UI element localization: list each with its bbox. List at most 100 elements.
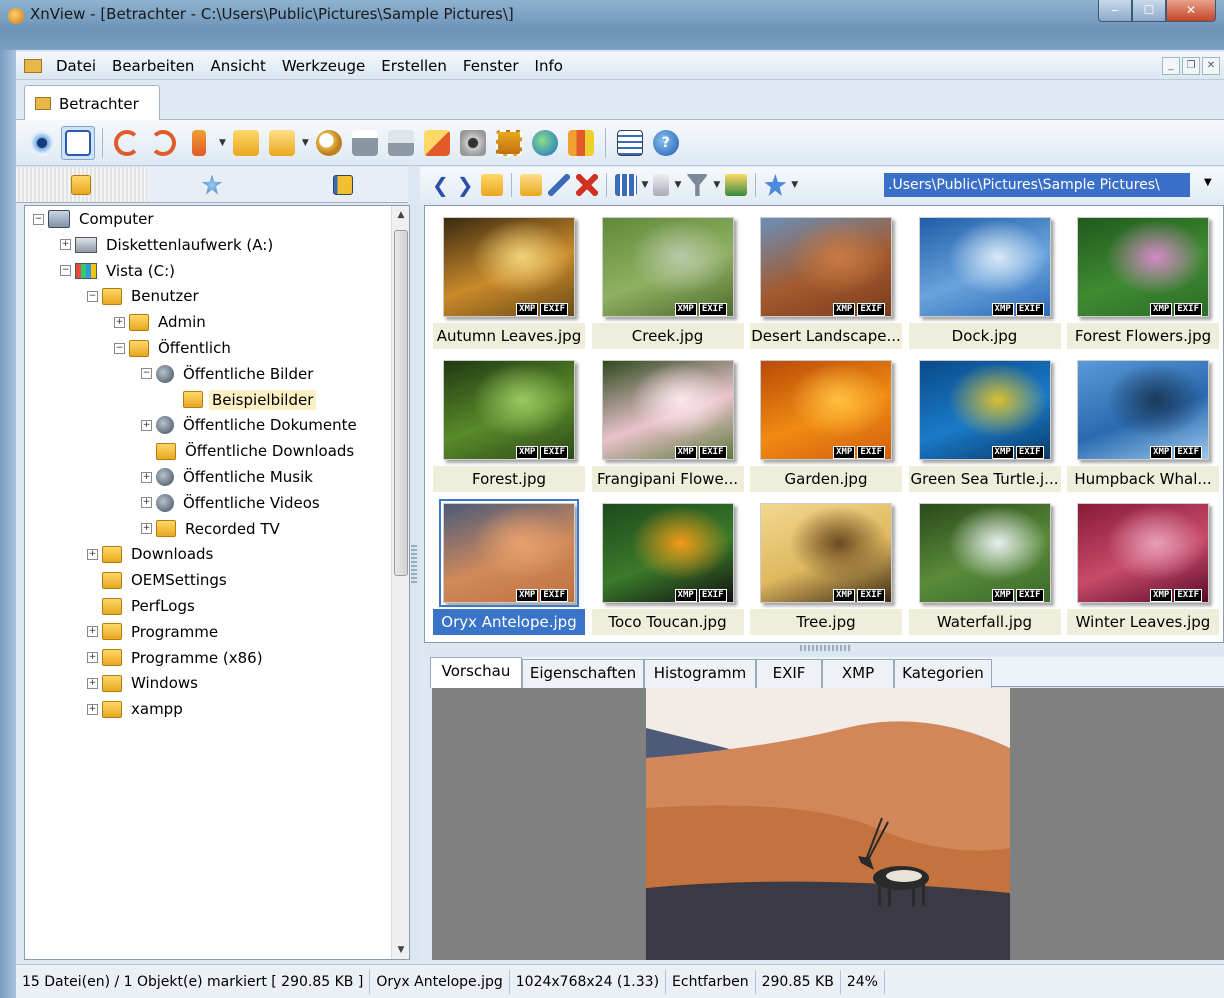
folder-tree[interactable]: − Computer + Diskettenlaufwerk (A:) − Vista (… xyxy=(24,205,410,960)
document-menu-icon[interactable] xyxy=(24,58,42,73)
expand-icon[interactable]: + xyxy=(114,316,125,328)
help-button[interactable]: ? xyxy=(649,126,683,160)
menu-fenster[interactable]: Fenster xyxy=(455,57,527,75)
dropdown-caret[interactable]: ▼ xyxy=(674,180,681,190)
new-folder-icon[interactable] xyxy=(519,174,542,196)
thumbnail-item[interactable]: XMP EXIF Toco Toucan.jpg xyxy=(591,497,744,637)
thumbnail-item[interactable]: XMP EXIF Humpback Whal... xyxy=(1067,354,1219,494)
tree-item[interactable]: − Benutzer xyxy=(87,283,202,309)
thumbnail-item[interactable]: XMP EXIF Creek.jpg xyxy=(591,211,744,351)
expand-icon[interactable]: + xyxy=(87,703,98,715)
rotate-right-button[interactable] xyxy=(146,126,180,160)
dropdown-caret[interactable]: ▼ xyxy=(642,180,649,190)
web-button[interactable] xyxy=(528,126,562,160)
horizontal-splitter[interactable] xyxy=(424,643,1224,655)
tab-betrachter[interactable]: Betrachter xyxy=(24,85,160,121)
tree-item[interactable]: + Diskettenlaufwerk (A:) xyxy=(60,232,276,258)
fullscreen-button[interactable] xyxy=(61,125,95,160)
collapse-icon[interactable]: − xyxy=(87,290,98,302)
expand-icon[interactable]: + xyxy=(87,626,98,638)
expand-icon[interactable]: + xyxy=(87,548,98,560)
expand-icon[interactable]: + xyxy=(141,523,152,535)
thumbnail-item[interactable]: XMP EXIF Winter Leaves.jpg xyxy=(1067,497,1219,637)
menu-werkzeuge[interactable]: Werkzeuge xyxy=(274,57,373,75)
thumbnail-item[interactable]: XMP EXIF Forest Flowers.jpg xyxy=(1067,211,1219,351)
tree-item[interactable]: − Öffentliche Bilder xyxy=(141,361,316,387)
tree-item[interactable]: + Windows xyxy=(87,670,201,696)
tree-item[interactable]: Beispielbilder xyxy=(168,387,317,413)
menu-ansicht[interactable]: Ansicht xyxy=(202,57,273,75)
maximize-button[interactable]: ☐ xyxy=(1132,0,1166,22)
tree-item[interactable]: PerfLogs xyxy=(87,593,198,619)
dropdown-caret[interactable]: ▼ xyxy=(302,138,309,148)
menu-erstellen[interactable]: Erstellen xyxy=(373,57,455,75)
tree-item[interactable]: + Downloads xyxy=(87,541,216,567)
tree-item[interactable]: + Admin xyxy=(114,309,209,335)
tree-scrollbar[interactable]: ▲ ▼ xyxy=(391,206,409,959)
tree-item[interactable]: − Öffentlich xyxy=(114,335,234,361)
splitter-grip[interactable] xyxy=(800,645,850,651)
favorite-folder-icon[interactable] xyxy=(725,174,748,196)
vertical-splitter[interactable] xyxy=(410,205,420,960)
scan-button[interactable] xyxy=(384,126,418,160)
view-button[interactable] xyxy=(25,126,59,160)
open-folder-button[interactable] xyxy=(229,126,263,160)
tree-item[interactable]: OEMSettings xyxy=(87,567,230,593)
tab-xmp[interactable]: XMP xyxy=(822,659,894,688)
expand-icon[interactable]: + xyxy=(141,419,152,431)
back-icon[interactable]: ❮ xyxy=(432,173,449,197)
delete-icon[interactable] xyxy=(575,174,598,196)
expand-icon[interactable]: + xyxy=(87,677,98,689)
options-button[interactable] xyxy=(613,126,647,160)
print-button[interactable] xyxy=(348,126,382,160)
mdi-restore-button[interactable]: ❐ xyxy=(1182,57,1200,75)
collapse-icon[interactable]: − xyxy=(114,342,125,354)
menu-datei[interactable]: Datei xyxy=(48,57,104,75)
rename-icon[interactable] xyxy=(547,174,570,196)
dropdown-caret[interactable]: ▼ xyxy=(219,138,226,148)
collapse-icon[interactable]: − xyxy=(60,265,71,277)
collapse-icon[interactable]: − xyxy=(33,213,44,225)
sort-icon[interactable] xyxy=(653,174,670,196)
tab-folders[interactable] xyxy=(16,167,147,202)
scroll-up-icon[interactable]: ▲ xyxy=(392,206,409,224)
splitter-grip[interactable] xyxy=(411,545,417,585)
tab-eigenschaften[interactable]: Eigenschaften xyxy=(522,659,644,688)
mdi-close-button[interactable]: ✕ xyxy=(1202,57,1220,75)
move-folder-button[interactable] xyxy=(265,126,299,160)
minimize-button[interactable]: ‒ xyxy=(1098,0,1132,22)
tab-favorites[interactable] xyxy=(147,167,278,202)
collapse-icon[interactable]: − xyxy=(141,368,152,380)
tree-item[interactable]: + Öffentliche Dokumente xyxy=(141,412,360,438)
thumbnail-item[interactable]: XMP EXIF Frangipani Flowe... xyxy=(591,354,744,494)
tab-histogramm[interactable]: Histogramm xyxy=(644,659,756,688)
filter-icon[interactable] xyxy=(686,174,709,196)
slideshow-button[interactable] xyxy=(492,126,526,160)
expand-icon[interactable]: + xyxy=(60,239,71,251)
contact-sheet-button[interactable] xyxy=(564,126,598,160)
tree-item[interactable]: Öffentliche Downloads xyxy=(141,438,357,464)
rotate-left-button[interactable] xyxy=(110,126,144,160)
tab-exif[interactable]: EXIF xyxy=(756,659,822,688)
path-input[interactable]: .Users\Public\Pictures\Sample Pictures\ xyxy=(884,173,1190,197)
thumbnail-item[interactable]: XMP EXIF Forest.jpg xyxy=(433,354,585,494)
view-mode-icon[interactable] xyxy=(614,174,637,196)
capture-button[interactable] xyxy=(456,126,490,160)
thumbnail-item[interactable]: XMP EXIF Dock.jpg xyxy=(908,211,1061,351)
thumbnail-item[interactable]: XMP EXIF Waterfall.jpg xyxy=(908,497,1061,637)
tree-item[interactable]: + Programme (x86) xyxy=(87,645,266,671)
dropdown-caret[interactable]: ▼ xyxy=(713,180,720,190)
thumbnail-item[interactable]: XMP EXIF Oryx Antelope.jpg xyxy=(433,497,585,637)
forward-icon[interactable]: ❯ xyxy=(457,173,474,197)
tree-item[interactable]: + Recorded TV xyxy=(141,516,283,542)
mdi-minimize-button[interactable]: _ xyxy=(1162,57,1180,75)
expand-icon[interactable]: + xyxy=(87,652,98,664)
menu-bearbeiten[interactable]: Bearbeiten xyxy=(104,57,202,75)
dropdown-caret[interactable]: ▼ xyxy=(791,180,798,190)
refresh-button[interactable] xyxy=(182,126,216,160)
expand-icon[interactable]: + xyxy=(141,471,152,483)
find-button[interactable] xyxy=(312,126,346,160)
parent-folder-icon[interactable] xyxy=(480,174,503,196)
close-button[interactable]: ✕ xyxy=(1166,0,1216,22)
path-dropdown-icon[interactable]: ▼ xyxy=(1204,177,1212,188)
